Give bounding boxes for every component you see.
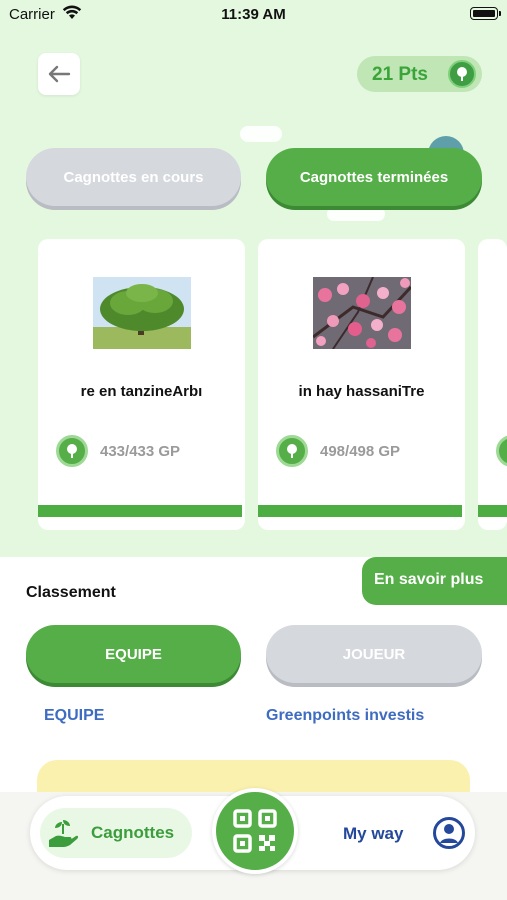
tree-icon <box>448 60 476 88</box>
points-badge: 21 Pts <box>357 56 482 92</box>
ranking-title: Classement <box>26 584 116 601</box>
tab-finished-label: Cagnottes terminées <box>299 168 449 186</box>
learn-more-label: En savoir plus <box>374 571 484 588</box>
tab-ongoing[interactable]: Cagnottes en cours <box>26 148 241 206</box>
cloud-decoration <box>327 207 385 221</box>
cagnotte-card[interactable]: in hay hassaniTre 498/498 GP <box>258 239 465 530</box>
hand-plant-icon <box>46 816 80 855</box>
nav-my-way[interactable]: My way <box>343 824 403 844</box>
toggle-team[interactable]: EQUIPE <box>26 625 241 683</box>
cagnotte-card-partial[interactable] <box>478 239 507 530</box>
tree-icon <box>496 435 507 467</box>
cagnotte-card[interactable]: re en tanzineArbı 433/433 GP <box>38 239 245 530</box>
arrow-left-icon <box>48 65 71 83</box>
tree-photo <box>93 277 191 349</box>
status-bar: Carrier 11:39 AM <box>0 0 507 30</box>
tree-icon <box>56 435 88 467</box>
learn-more-button[interactable]: En savoir plus <box>362 557 507 605</box>
toggle-player[interactable]: JOUEUR <box>266 625 482 683</box>
battery-icon <box>470 7 501 20</box>
points-value: 21 Pts <box>372 64 428 85</box>
column-header-points: Greenpoints investis <box>266 707 425 724</box>
progress-fill <box>38 505 242 517</box>
cagnotte-title: in hay hassaniTre <box>298 383 425 400</box>
cagnotte-amount: 433/433 GP <box>100 443 181 460</box>
nav-cagnottes[interactable]: Cagnottes <box>40 808 192 858</box>
toggle-player-label: JOUEUR <box>342 645 406 663</box>
clock: 11:39 AM <box>221 6 286 23</box>
progress-fill <box>258 505 462 517</box>
cloud-decoration <box>240 126 282 142</box>
pink-blossom-photo <box>313 277 411 349</box>
column-header-team: EQUIPE <box>44 707 105 724</box>
cagnotte-amount: 498/498 GP <box>320 443 401 460</box>
progress-bar <box>258 505 462 517</box>
profile-icon[interactable] <box>432 816 466 855</box>
qr-code-icon <box>233 809 277 853</box>
qr-scan-button[interactable] <box>212 788 298 874</box>
progress-bar <box>38 505 242 517</box>
tab-finished[interactable]: Cagnottes terminées <box>266 148 482 206</box>
nav-cagnottes-label: Cagnottes <box>91 823 175 842</box>
progress-fill <box>478 505 507 517</box>
tab-ongoing-label: Cagnottes en cours <box>63 168 204 186</box>
tree-icon <box>276 435 308 467</box>
cagnotte-title: re en tanzineArbı <box>80 383 203 400</box>
progress-bar <box>478 505 507 517</box>
toggle-team-label: EQUIPE <box>105 645 162 663</box>
back-button[interactable] <box>38 53 80 95</box>
